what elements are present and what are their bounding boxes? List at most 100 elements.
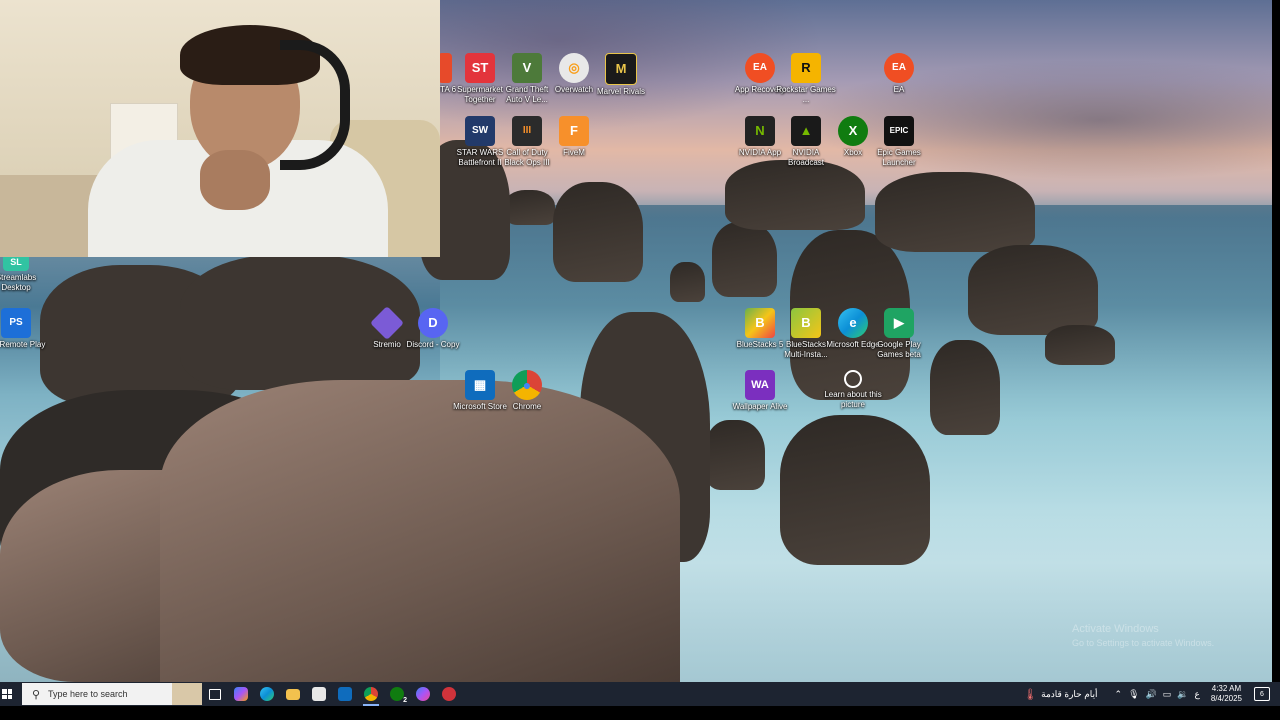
desktop-icon-learn-picture[interactable]: Learn about this picture xyxy=(823,370,883,410)
desktop-icon-discord[interactable]: D Discord - Copy xyxy=(403,308,463,350)
thermometer-icon: 🌡 xyxy=(1023,688,1038,701)
chevron-up-icon[interactable]: ⌃ xyxy=(1115,689,1123,700)
taskbar-edge[interactable] xyxy=(254,682,280,706)
wallpaper-rock xyxy=(968,245,1098,335)
desktop-icon-label: EA xyxy=(893,85,905,94)
folder-icon xyxy=(286,688,300,700)
desktop-icon-label: PS Remote Play xyxy=(0,340,46,349)
speaker-icon[interactable]: 🔊 xyxy=(1146,689,1157,700)
messenger-icon xyxy=(416,687,430,701)
fivem-icon: F xyxy=(559,116,589,146)
desktop-icon-fivem[interactable]: F FiveM xyxy=(544,116,604,158)
wallpaper-rock xyxy=(670,262,705,302)
desktop-icon-wallpaper-alive[interactable]: WA Wallpaper Alive xyxy=(730,370,790,412)
taskbar-copilot[interactable] xyxy=(228,682,254,706)
stremio-icon xyxy=(370,306,404,340)
wallpaper-rock xyxy=(930,340,1000,435)
notification-count: 6 xyxy=(1260,690,1264,698)
taskbar-outlook[interactable] xyxy=(332,682,358,706)
desktop-icon-epic[interactable]: EPIC Epic Games Launcher xyxy=(869,116,929,168)
ea-icon: EA xyxy=(745,53,775,83)
desktop-icon-label: Learn about this picture xyxy=(824,390,882,409)
google-play-games-icon: ▶ xyxy=(884,308,914,338)
store-icon xyxy=(312,687,326,701)
recording-app-icon xyxy=(442,687,456,701)
taskbar: ⚲ Type here to search 2 🌡 أيام حارة قادم… xyxy=(0,682,1280,706)
watermark-subtitle: Go to Settings to activate Windows. xyxy=(1072,638,1215,648)
wallpaper-rock xyxy=(875,172,1035,252)
desktop-icon-label: Rockstar Games ... xyxy=(776,85,836,104)
taskbar-store[interactable] xyxy=(306,682,332,706)
task-view-button[interactable] xyxy=(202,682,228,706)
star-wars-icon: SW xyxy=(465,116,495,146)
desktop-icon-label: Chrome xyxy=(512,402,542,411)
nvidia-broadcast-icon: ▲ xyxy=(791,116,821,146)
wallpaper-rock xyxy=(505,190,555,225)
taskbar-xbox[interactable]: 2 xyxy=(384,682,410,706)
wallpaper-rock xyxy=(705,420,765,490)
clock-time: 4:32 AM xyxy=(1211,684,1242,693)
webcam-person-hand xyxy=(200,150,270,210)
clock[interactable]: 4:32 AM 8/4/2025 xyxy=(1211,684,1242,704)
search-icon: ⚲ xyxy=(31,688,41,701)
weather-text: أيام حارة قادمة xyxy=(1041,688,1098,699)
start-button[interactable] xyxy=(0,682,14,706)
wallpaper-rock xyxy=(1045,325,1115,365)
call-of-duty-icon: III xyxy=(512,116,542,146)
webcam-headset xyxy=(280,40,350,170)
outlook-icon xyxy=(338,687,352,701)
taskbar-app[interactable] xyxy=(436,682,462,706)
desktop-icon-ps-remote[interactable]: PS PS Remote Play xyxy=(0,308,46,350)
taskbar-chrome[interactable] xyxy=(358,682,384,706)
desktop-icon-google-play[interactable]: ▶ Google Play Games beta xyxy=(869,308,929,360)
wallpaper-rock xyxy=(712,222,777,297)
search-placeholder: Type here to search xyxy=(48,689,128,699)
rockstar-icon: R xyxy=(791,53,821,83)
desktop-icon-ea[interactable]: EA EA xyxy=(869,53,929,95)
chrome-icon: ● xyxy=(512,370,542,400)
search-highlight-image xyxy=(172,683,202,705)
desktop-icon-label: Discord - Copy xyxy=(406,340,460,349)
screen-edge xyxy=(1272,0,1280,682)
copilot-icon xyxy=(234,687,248,701)
wallpaper-rock xyxy=(160,380,680,682)
wallpaper-alive-icon: WA xyxy=(745,370,775,400)
xbox-icon xyxy=(390,687,404,701)
nvidia-icon: N xyxy=(745,116,775,146)
windows-logo-icon xyxy=(2,689,12,699)
notification-center-button[interactable]: 6 xyxy=(1254,687,1270,701)
desktop-icon-label: Streamlabs Desktop xyxy=(0,273,37,292)
network-icon[interactable]: ▭ xyxy=(1163,689,1172,700)
desktop-icon-chrome[interactable]: ● Chrome xyxy=(497,370,557,412)
ps-remote-play-icon: PS xyxy=(1,308,31,338)
wallpaper-rock xyxy=(780,415,930,565)
marvel-rivals-icon: M xyxy=(605,53,637,85)
taskbar-messenger[interactable] xyxy=(410,682,436,706)
edge-icon: e xyxy=(838,308,868,338)
microphone-icon[interactable]: 🎙 xyxy=(1128,689,1139,700)
bluestacks-multi-icon: B xyxy=(791,308,821,338)
desktop-icon-label: Marvel Rivals xyxy=(596,87,645,96)
desktop-icon-rockstar[interactable]: R Rockstar Games ... xyxy=(776,53,836,105)
volume-icon[interactable]: 🔉 xyxy=(1177,689,1188,700)
discord-icon: D xyxy=(418,308,448,338)
ea-icon: EA xyxy=(884,53,914,83)
weather-widget[interactable]: 🌡 أيام حارة قادمة xyxy=(1023,688,1097,701)
desktop-icon-marvel[interactable]: M Marvel Rivals xyxy=(591,53,651,97)
desktop-icon-label: Wallpaper Alive xyxy=(732,402,788,411)
wallpaper-rock xyxy=(725,160,865,230)
language-indicator[interactable]: ع xyxy=(1194,689,1199,700)
overwatch-icon: ◎ xyxy=(559,53,589,83)
desktop-icon-label: FiveM xyxy=(563,148,585,157)
taskbar-search-box[interactable]: ⚲ Type here to search xyxy=(22,683,202,705)
camera-icon xyxy=(844,370,862,388)
bluestacks-icon: B xyxy=(745,308,775,338)
system-tray: 🌡 أيام حارة قادمة ⌃ 🎙 🔊 ▭ 🔉 ع 4:32 AM 8/… xyxy=(1023,682,1280,706)
epic-games-icon: EPIC xyxy=(884,116,914,146)
microsoft-store-icon: ▦ xyxy=(465,370,495,400)
taskbar-file-explorer[interactable] xyxy=(280,682,306,706)
desktop-icon-streamlabs[interactable]: SL Streamlabs Desktop xyxy=(0,253,46,293)
xbox-badge: 2 xyxy=(403,697,407,704)
gtav-icon: V xyxy=(512,53,542,83)
activate-windows-watermark: Activate Windows Go to Settings to activ… xyxy=(1072,622,1214,650)
